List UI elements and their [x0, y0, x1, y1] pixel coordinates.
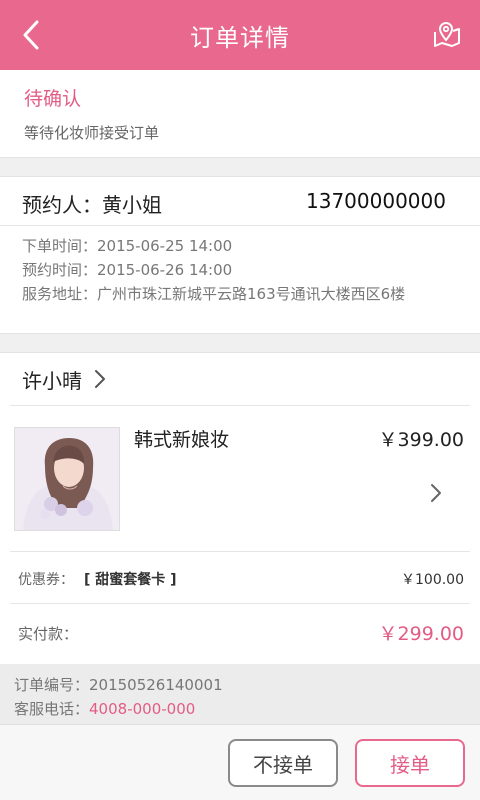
product-name[interactable]: 韩式新娘妆 — [134, 425, 229, 452]
coupon-label: 优惠券： — [18, 572, 74, 588]
contact-phone[interactable]: 13700000000 — [306, 189, 446, 213]
order-time: 下单时间：2015-06-25 14:00 — [22, 237, 233, 255]
chevron-right-icon[interactable] — [430, 483, 442, 507]
status-description: 等待化妆师接受订单 — [24, 124, 160, 142]
chevron-right-icon — [94, 369, 106, 389]
map-button[interactable] — [430, 18, 464, 52]
top-bar: 订单详情 — [0, 0, 480, 70]
divider — [10, 405, 470, 406]
action-bar: 不接单 接单 — [0, 724, 480, 800]
service-phone-number[interactable]: 4008-000-000 — [89, 700, 195, 718]
service-phone-line: 客服电话：4008-000-000 — [14, 698, 195, 719]
chevron-left-icon — [23, 20, 39, 50]
order-status-card: 待确认 等待化妆师接受订单 — [0, 70, 480, 158]
service-phone-label: 客服电话： — [14, 700, 90, 718]
map-pin-icon — [434, 21, 460, 47]
artist-name: 许小晴 — [22, 368, 82, 393]
divider — [10, 551, 470, 552]
contact-card: 预约人：黄小姐 13700000000 下单时间：2015-06-25 14:0… — [0, 176, 480, 334]
reject-order-button[interactable]: 不接单 — [228, 739, 338, 787]
contact-name: 预约人：黄小姐 — [22, 193, 162, 217]
paid-label: 实付款： — [18, 625, 79, 643]
paid-amount: ￥299.00 — [378, 623, 464, 645]
order-meta: 订单编号：20150526140001 客服电话：4008-000-000 — [0, 664, 480, 724]
appointment-time: 预约时间：2015-06-26 14:00 — [22, 261, 233, 279]
order-number: 订单编号：20150526140001 — [14, 676, 223, 694]
page-title: 订单详情 — [190, 23, 290, 52]
accept-order-button[interactable]: 接单 — [355, 739, 465, 787]
product-image[interactable] — [14, 427, 120, 531]
coupon-value: ￥100.00 — [401, 572, 464, 588]
product-price: ￥399.00 — [378, 429, 464, 451]
divider — [10, 603, 470, 604]
artist-row[interactable]: 许小晴 — [0, 353, 480, 405]
back-button[interactable] — [14, 18, 48, 52]
status-title: 待确认 — [24, 88, 82, 110]
divider — [0, 225, 480, 226]
service-address: 服务地址：广州市珠江新城平云路163号通讯大楼西区6楼 — [22, 285, 406, 303]
order-card: 许小晴 韩式新娘妆 ￥399.00 优惠券： [ 甜蜜套餐卡 ] ￥100.00… — [0, 352, 480, 664]
coupon-name: [ 甜蜜套餐卡 ] — [84, 572, 177, 588]
